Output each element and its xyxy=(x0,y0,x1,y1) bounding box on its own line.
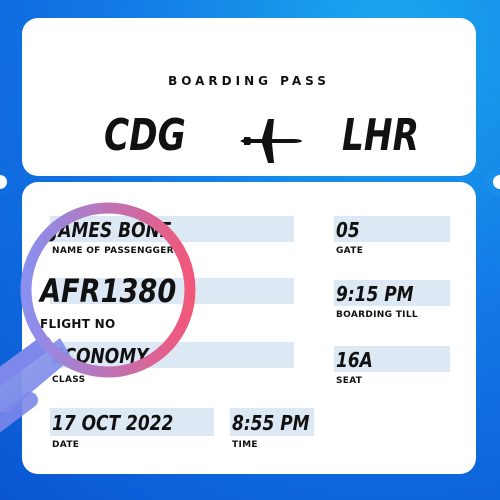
time-value: 8:55 PM xyxy=(232,411,310,435)
boarding-till-value: 9:15 PM xyxy=(336,282,414,306)
boarding-till-label: BOARDING TILL xyxy=(336,310,418,320)
seat-label: SEAT xyxy=(336,376,363,386)
gate-label: GATE xyxy=(336,246,364,256)
airplane-icon xyxy=(240,119,302,163)
origin-airport-code: CDG xyxy=(104,110,186,161)
boarding-pass-header-card: BOARDING PASS CDG LHR xyxy=(22,18,476,176)
seat-value: 16A xyxy=(336,348,373,372)
ticket-notch-right xyxy=(486,168,500,196)
boarding-pass-title: BOARDING PASS xyxy=(168,74,330,88)
gate-value: 05 xyxy=(336,218,360,242)
magnifier-icon xyxy=(0,202,196,433)
time-label: TIME xyxy=(232,440,258,450)
destination-airport-code: LHR xyxy=(342,110,420,161)
